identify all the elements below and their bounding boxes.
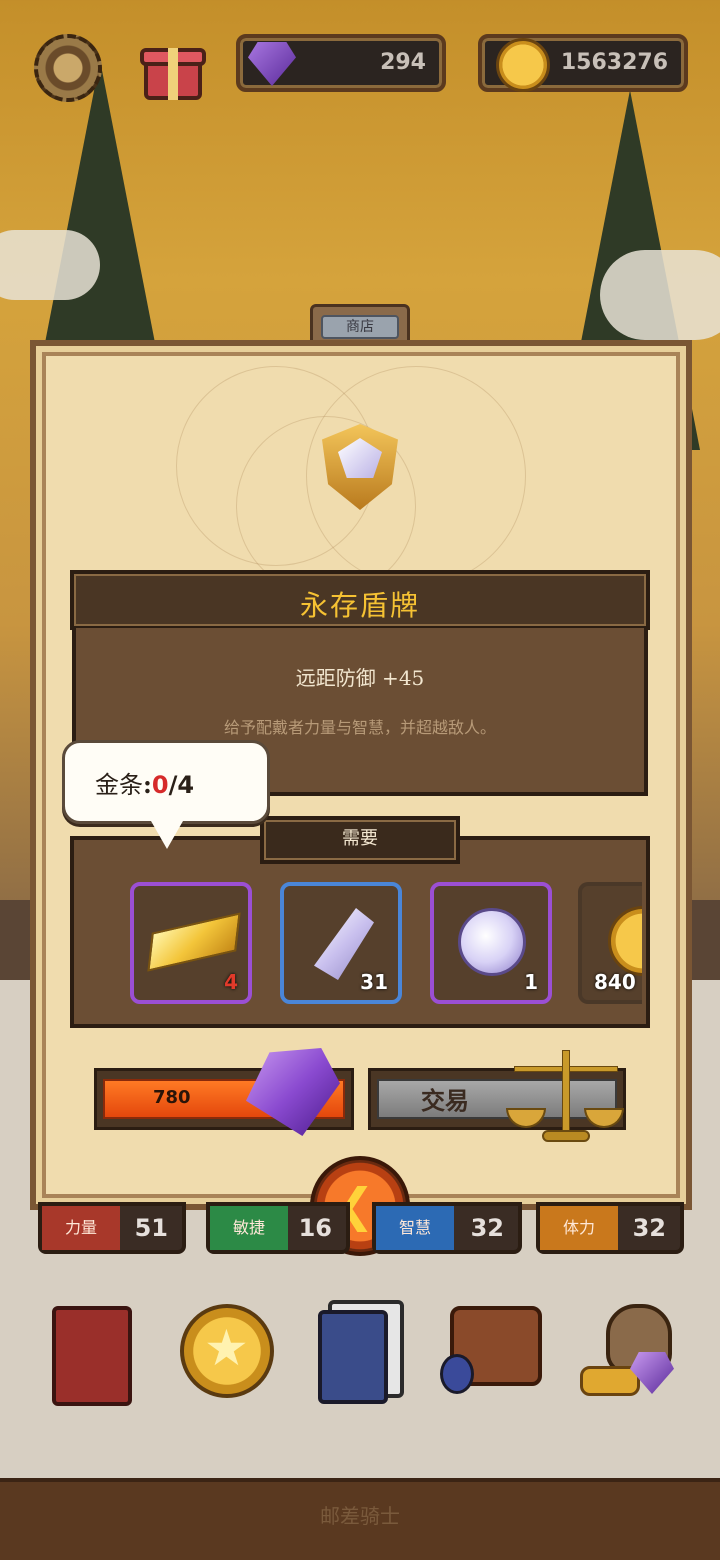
gem-counter[interactable]: 294: [236, 34, 446, 92]
trade-label: 交易: [421, 1086, 469, 1115]
stat-value: 32: [470, 1214, 504, 1242]
coin-icon: [496, 38, 550, 92]
stat-label: 智慧: [376, 1206, 454, 1250]
requirement-slot-orb[interactable]: 1: [430, 882, 552, 1004]
shield-item-icon: [320, 424, 400, 512]
stat-label: 体力: [540, 1206, 618, 1250]
item-stat: 远距防御 +45: [295, 666, 425, 690]
balance-scale-icon: [506, 1044, 624, 1144]
settings-gear-icon[interactable]: [34, 34, 102, 102]
stat-agility: 敏捷 16: [206, 1202, 350, 1254]
requirement-slot-gold-bar[interactable]: 4: [130, 882, 252, 1004]
coin-shop-icon[interactable]: ★: [176, 1296, 286, 1406]
gift-icon[interactable]: [140, 36, 206, 100]
stat-value: 51: [134, 1214, 168, 1242]
background-cloud: [600, 250, 720, 340]
stat-wisdom: 智慧 32: [372, 1202, 522, 1254]
stat-stamina: 体力 32: [536, 1202, 684, 1254]
requirement-slot-coin[interactable]: 840: [578, 882, 642, 1004]
buy-price: 780: [153, 1087, 191, 1108]
coin-counter[interactable]: 1563276: [478, 34, 688, 92]
stat-label: 力量: [42, 1206, 120, 1250]
shop-tab-label: 商店: [321, 315, 399, 339]
tooltip-need-count: /4: [168, 771, 195, 799]
magic-orb-icon: [458, 908, 526, 976]
tooltip-text: 金条:0/4: [95, 770, 195, 799]
inventory-icon[interactable]: [440, 1296, 550, 1406]
requirement-count: 4: [224, 970, 238, 994]
coin-amount: 1563276: [560, 50, 668, 75]
stat-value: 16: [298, 1214, 332, 1242]
item-title-bar: 永存盾牌: [70, 570, 650, 630]
gem-icon: [248, 42, 296, 86]
requirement-count: 840: [594, 970, 636, 994]
spellbook-icon[interactable]: [52, 1296, 162, 1406]
stat-label: 敏捷: [210, 1206, 288, 1250]
cards-icon[interactable]: [314, 1296, 424, 1406]
background-cloud: [0, 230, 100, 300]
loot-icon[interactable]: [576, 1296, 686, 1406]
requirements-label: 需要: [260, 816, 460, 864]
item-name: 永存盾牌: [299, 589, 420, 622]
gem-amount: 294: [380, 50, 426, 75]
item-flavor-text: 给予配戴者力量与智慧，并超越敌人。: [223, 718, 496, 737]
stat-value: 32: [632, 1214, 666, 1242]
tooltip-have-count: 0: [151, 771, 169, 799]
requirement-slot-crystal[interactable]: 31: [280, 882, 402, 1004]
stat-strength: 力量 51: [38, 1202, 186, 1254]
requirement-count: 31: [360, 970, 388, 994]
requirement-count: 1: [524, 970, 538, 994]
requirement-tooltip: 金条:0/4: [62, 740, 270, 849]
gold-bar-icon: [147, 912, 241, 972]
game-title: 邮差骑士: [320, 1504, 400, 1528]
gold-coin-icon: [608, 906, 642, 976]
